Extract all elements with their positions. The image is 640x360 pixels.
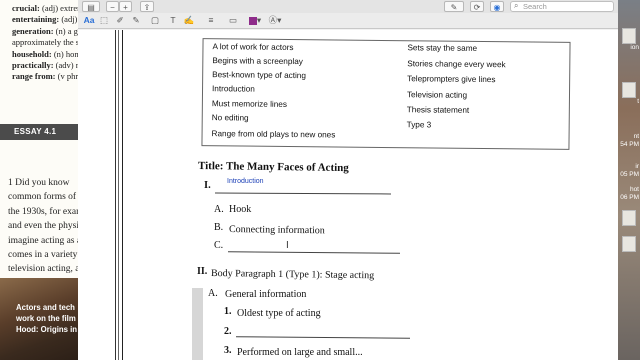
word-bank-item: Type 3 [406, 120, 432, 130]
section-numeral: II. [197, 266, 208, 277]
sign-icon[interactable]: ✍ [182, 15, 196, 26]
file-icon[interactable] [622, 28, 636, 44]
border-color-icon[interactable]: ▭ [226, 15, 240, 26]
outline-item-hook: Hook [229, 204, 252, 215]
section-numeral: I. [204, 180, 211, 191]
zoom-in-button[interactable]: + [119, 1, 132, 12]
document-page: A lot of work for actors Begins with a s… [78, 30, 618, 360]
word-bank-item: Stories change every week [407, 59, 506, 70]
scan-line-divider [122, 30, 123, 360]
item-label: A. [214, 204, 224, 215]
outline-item-oldest-type: Oldest type of acting [237, 308, 321, 319]
preview-window: ▤ − + ⇪ ✎ ⟳ ◉ ⌕ Search Aa ⬚ ✐ ✎ ▢ T ✍ ≡ … [78, 0, 618, 360]
shapes-icon[interactable]: ▢ [148, 15, 162, 26]
search-field[interactable]: ⌕ Search [510, 1, 614, 12]
rotate-button[interactable]: ⟳ [470, 1, 484, 12]
section-heading-body-paragraph: Body Paragraph 1 (Type 1): Stage acting [210, 268, 375, 282]
essay-heading: ESSAY 4.1 [14, 127, 57, 136]
highlight-button[interactable]: ◉ [490, 1, 504, 12]
fill-color-icon[interactable]: ▾ [246, 15, 264, 26]
search-icon: ⌕ [514, 1, 519, 10]
item-label: C. [214, 240, 224, 251]
word-bank-item: A lot of work for actors [212, 42, 294, 53]
file-icon[interactable] [622, 236, 636, 252]
desktop-file-label: nt [633, 133, 639, 140]
scan-line-divider [118, 30, 119, 360]
shape-style-icon[interactable]: ≡ [204, 15, 218, 26]
word-bank-item: Television acting [406, 90, 468, 100]
desktop-file-label: t [637, 98, 639, 105]
search-placeholder: Search [523, 2, 547, 11]
item-number: 2. [224, 326, 232, 337]
markup-toolbar: Aa ⬚ ✐ ✎ ▢ T ✍ ≡ ▭ ▾ Ⓐ▾ [78, 13, 618, 29]
draw-icon[interactable]: ✎ [130, 15, 142, 26]
pen-tool-button[interactable]: ✎ [444, 1, 464, 12]
item-number: 3. [224, 345, 232, 356]
text-cursor-icon: I [286, 240, 289, 251]
item-label: B. [214, 222, 224, 233]
share-button[interactable]: ⇪ [140, 1, 154, 12]
word-bank-item: Thesis statement [406, 105, 470, 115]
word-bank-item: Range from old plays to new ones [211, 129, 336, 140]
desktop-right-edge: ion t nt 54 PM ir 05 PM hot 06 PM [618, 0, 640, 360]
essay-heading-bar: ESSAY 4.1 [0, 124, 90, 140]
item-label: A. [208, 288, 218, 299]
word-bank-item: Must memorize lines [211, 99, 288, 109]
sidebar-toggle-icon[interactable]: ▤ [82, 1, 100, 12]
typed-answer-introduction[interactable]: Introduction [227, 178, 264, 185]
text-box-icon[interactable]: T [166, 15, 180, 26]
answer-line[interactable] [235, 336, 411, 339]
desktop-file-label: 05 PM [620, 171, 639, 178]
answer-line[interactable] [214, 192, 392, 195]
answer-line[interactable] [227, 251, 401, 254]
file-icon[interactable] [622, 82, 636, 98]
text-format-icon[interactable]: Ⓐ▾ [266, 15, 284, 26]
desktop-file-label: 54 PM [620, 141, 639, 148]
word-bank-item: Teleprompters give lines [407, 74, 496, 85]
outline-item-connecting-info: Connecting information [228, 224, 325, 237]
word-bank-item: Introduction [211, 84, 255, 94]
scan-line-divider [115, 30, 116, 360]
word-bank-item: Begins with a screenplay [212, 56, 303, 67]
desktop-file-label: ir [635, 163, 639, 170]
main-toolbar: ▤ − + ⇪ ✎ ⟳ ◉ ⌕ Search [78, 0, 618, 13]
file-icon[interactable] [622, 210, 636, 226]
desktop-file-label: 06 PM [620, 194, 639, 201]
desktop-file-label: ion [630, 44, 639, 51]
outline-item-performed: Performed on large and small... [237, 347, 363, 358]
outline-title: Title: The Many Faces of Acting [197, 160, 349, 175]
word-bank-box: A lot of work for actors Begins with a s… [201, 38, 571, 150]
background-textbook-page: crucial: (adj) extrem entertaining: (adj… [0, 0, 90, 360]
desktop-file-label: hot [629, 186, 639, 193]
item-number: 1. [224, 306, 232, 317]
scan-shadow [192, 288, 203, 360]
text-style-button[interactable]: Aa [82, 15, 96, 26]
word-bank-item: Best-known type of acting [212, 70, 307, 81]
sketch-icon[interactable]: ✐ [114, 15, 126, 26]
word-bank-item: Sets stay the same [407, 43, 478, 53]
word-bank-item: No editing [211, 113, 249, 123]
rect-select-icon[interactable]: ⬚ [98, 15, 110, 26]
zoom-out-button[interactable]: − [106, 1, 119, 12]
outline-item-general-info: General information [225, 289, 307, 300]
